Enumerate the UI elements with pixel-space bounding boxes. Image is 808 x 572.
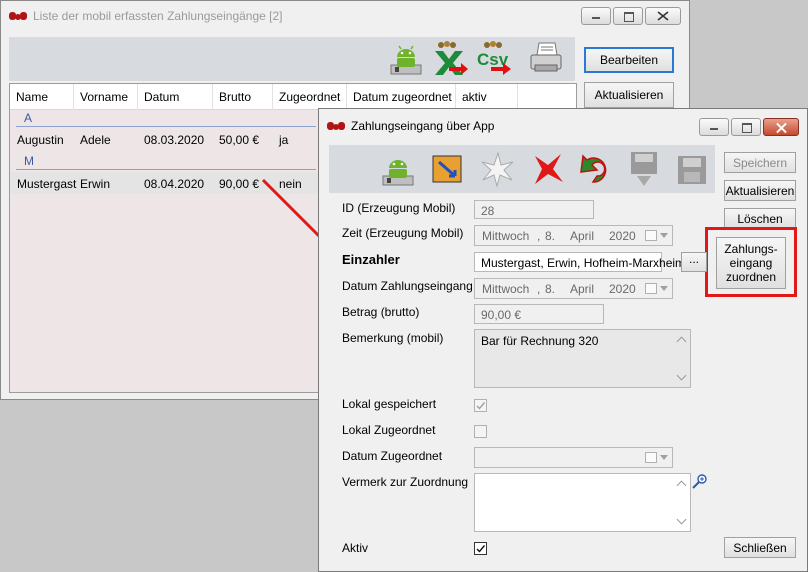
label-bemerkung: Bemerkung (mobil) <box>342 331 444 345</box>
new-star-icon[interactable] <box>479 150 517 188</box>
group-divider <box>16 126 316 127</box>
vermerk-textarea[interactable] <box>474 473 691 532</box>
save-button[interactable]: Speichern <box>724 152 796 173</box>
label-zeit: Zeit (Erzeugung Mobil) <box>342 226 464 240</box>
calendar-icon <box>645 283 657 294</box>
label-datum-eingang: Datum Zahlungseingang <box>342 279 473 293</box>
col-name[interactable]: Name <box>10 84 74 110</box>
app-logo-icon <box>327 121 345 131</box>
label-aktiv: Aktiv <box>342 541 369 555</box>
chevron-down-icon <box>660 455 668 460</box>
scrollbar[interactable] <box>674 330 690 387</box>
delete-x-icon[interactable] <box>529 150 567 188</box>
label-einzahler: Einzahler <box>342 252 400 267</box>
excel-export-icon[interactable] <box>431 39 469 77</box>
list-window-title: Liste der mobil erfassten Zahlungseingän… <box>33 9 283 23</box>
cell-datum: 08.03.2020 <box>144 133 205 147</box>
save-download-icon[interactable] <box>625 150 663 188</box>
cell-datum: 08.04.2020 <box>144 177 205 191</box>
lokal-zugeordnet-checkbox <box>474 425 487 438</box>
grid-header: Name Vorname Datum Brutto Zugeordnet Dat… <box>10 84 576 110</box>
assign-icon[interactable] <box>429 150 467 188</box>
calendar-icon <box>645 452 657 463</box>
einzahler-field[interactable]: Mustergast, Erwin, Hofheim-Marxheim <box>474 252 685 272</box>
label-datum-zugeordnet: Datum Zugeordnet <box>342 449 443 463</box>
detail-titlebar[interactable]: Zahlungseingang über App <box>319 109 807 143</box>
aktiv-checkbox[interactable] <box>474 542 487 555</box>
col-brutto[interactable]: Brutto <box>213 84 273 110</box>
cell-brutto: 90,00 € <box>219 177 260 191</box>
detail-window: Zahlungseingang über App Speichern Aktua… <box>318 108 808 572</box>
id-field: 28 <box>474 200 594 219</box>
list-titlebar[interactable]: Liste der mobil erfassten Zahlungseingän… <box>1 1 689 31</box>
minimize-button[interactable] <box>699 118 729 136</box>
list-toolbar: Csv <box>9 37 575 81</box>
search-magnifier-icon[interactable] <box>691 473 709 491</box>
close-dialog-button[interactable]: Schließen <box>724 537 796 558</box>
bemerkung-textarea: Bar für Rechnung 320 <box>474 329 691 388</box>
table-row[interactable]: Augustin Adele 08.03.2020 50,00 € ja <box>10 128 320 150</box>
detail-window-title: Zahlungseingang über App <box>351 119 495 133</box>
highlight-frame <box>705 227 797 297</box>
label-lokal-zugeordnet: Lokal Zugeordnet <box>342 423 436 437</box>
edit-button[interactable]: Bearbeiten <box>584 47 674 73</box>
label-lokal-gespeichert: Lokal gespeichert <box>342 397 437 411</box>
zeit-date-picker: Mittwoch , 8. April 2020 <box>474 225 673 246</box>
chevron-up-icon <box>676 480 687 491</box>
bemerkung-text: Bar für Rechnung 320 <box>481 334 599 348</box>
col-datum-zugeordnet[interactable]: Datum zugeordnet <box>347 84 456 110</box>
close-button[interactable] <box>645 7 681 25</box>
cell-brutto: 50,00 € <box>219 133 260 147</box>
col-datum[interactable]: Datum <box>138 84 213 110</box>
detail-toolbar <box>329 145 715 193</box>
col-vorname[interactable]: Vorname <box>74 84 138 110</box>
android-scan-icon[interactable] <box>379 150 417 188</box>
chevron-up-icon <box>676 336 687 347</box>
chevron-down-icon <box>660 233 668 238</box>
cell-zugeordnet: ja <box>279 133 289 147</box>
list-refresh-button[interactable]: Aktualisieren <box>584 82 674 108</box>
refresh-button[interactable]: Aktualisieren <box>724 180 796 201</box>
col-aktiv[interactable]: aktiv <box>456 84 518 110</box>
label-id: ID (Erzeugung Mobil) <box>342 201 456 215</box>
label-betrag: Betrag (brutto) <box>342 305 420 319</box>
scrollbar[interactable] <box>674 474 690 531</box>
close-button[interactable] <box>763 118 799 136</box>
col-zugeordnet[interactable]: Zugeordnet <box>273 84 347 110</box>
chevron-down-icon <box>676 370 687 381</box>
cell-vorname: Adele <box>80 133 111 147</box>
calendar-icon <box>645 230 657 241</box>
chevron-down-icon <box>660 286 668 291</box>
csv-export-icon[interactable]: Csv <box>475 39 513 77</box>
betrag-field: 90,00 € <box>474 304 604 324</box>
einzahler-lookup-button[interactable]: ... <box>681 252 707 272</box>
group-header-m[interactable]: M <box>24 154 34 168</box>
cell-name: Mustergast <box>17 177 77 191</box>
print-icon[interactable] <box>527 39 565 77</box>
save-icon[interactable] <box>673 150 711 188</box>
app-logo-icon <box>9 11 27 21</box>
minimize-button[interactable] <box>581 7 611 25</box>
cell-name: Augustin <box>17 133 64 147</box>
android-scan-icon[interactable] <box>387 39 425 77</box>
maximize-button[interactable] <box>613 7 643 25</box>
datum-zugeordnet-date-picker <box>474 447 673 468</box>
maximize-button[interactable] <box>731 118 761 136</box>
label-vermerk: Vermerk zur Zuordnung <box>342 475 469 489</box>
chevron-down-icon <box>676 514 687 525</box>
cell-vorname: Erwin <box>80 177 111 191</box>
datum-eingang-date-picker: Mittwoch , 8. April 2020 <box>474 278 673 299</box>
delete-button[interactable]: Löschen <box>724 208 796 229</box>
lokal-gespeichert-checkbox <box>474 399 487 412</box>
undo-icon[interactable] <box>577 150 615 188</box>
group-header-a[interactable]: A <box>24 111 32 125</box>
